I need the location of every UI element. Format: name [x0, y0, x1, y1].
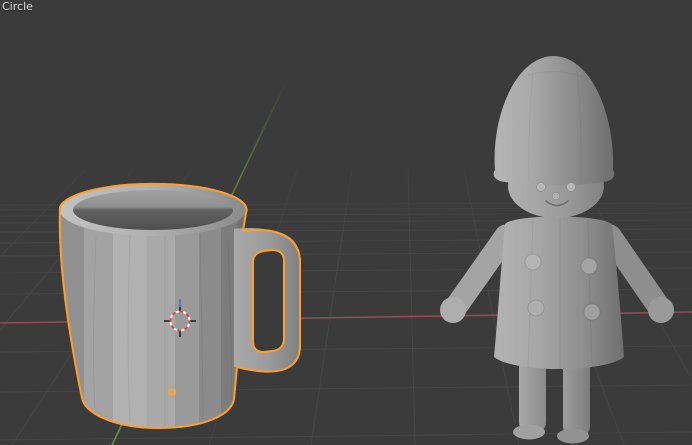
figurine-left-eye — [536, 182, 546, 192]
figurine-torso[interactable] — [494, 216, 624, 370]
figurine-right-hand — [648, 297, 674, 323]
mug-opening — [73, 190, 233, 230]
viewport-scene[interactable] — [0, 0, 692, 445]
figurine-right-eye — [566, 182, 576, 192]
figurine-button-4 — [583, 303, 601, 321]
blender-3d-viewport[interactable]: Circle — [0, 0, 692, 445]
viewport-overlay-label: Circle — [2, 0, 33, 13]
figurine-left-hand — [440, 297, 466, 323]
figurine-button-2 — [580, 257, 598, 275]
figurine-button-1 — [524, 253, 542, 271]
figurine-right-foot — [557, 428, 589, 444]
figurine-nose — [551, 191, 561, 201]
mug-handle-hole — [253, 250, 284, 352]
figurine-left-foot — [513, 424, 545, 440]
figurine-button-3 — [527, 299, 545, 317]
